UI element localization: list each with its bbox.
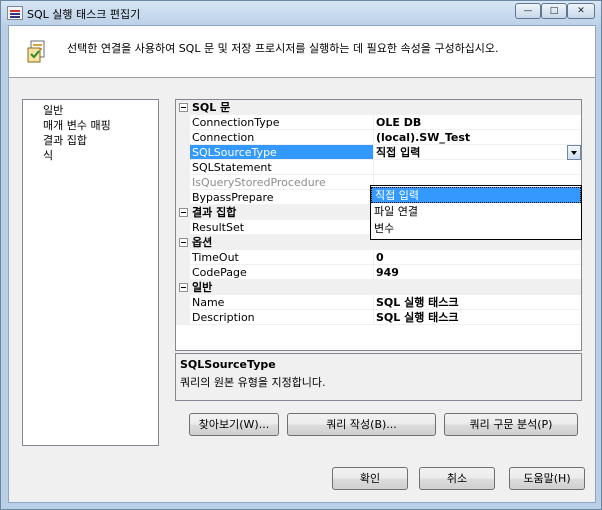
sql-source-type-select[interactable]: 직접 입력: [374, 145, 581, 160]
header-description: 선택한 연결을 사용하여 SQL 문 및 저장 프로시저를 실행하는 데 필요한…: [67, 42, 499, 55]
property-row-connection-type[interactable]: ConnectionType OLE DB: [176, 115, 581, 130]
minimize-icon: —: [523, 6, 533, 16]
browse-button[interactable]: 찾아보기(W)...: [189, 413, 279, 436]
page-item-general[interactable]: 일반: [43, 102, 63, 118]
help-button[interactable]: 도움말(H): [509, 467, 585, 490]
dropdown-option-variable[interactable]: 변수: [371, 221, 581, 237]
window-title: SQL 실행 태스크 편집기: [27, 8, 141, 21]
close-icon: ✕: [577, 6, 585, 16]
maximize-button[interactable]: □: [541, 3, 567, 19]
minimize-button[interactable]: —: [515, 3, 541, 19]
page-list: 일반 매개 변수 매핑 결과 집합 식: [22, 99, 159, 446]
task-editor-icon: [27, 40, 45, 63]
collapse-icon[interactable]: [179, 208, 188, 217]
editor-window: SQL 실행 태스크 편집기 — □ ✕ 선택한 연결을 사용하여 SQL 문 …: [0, 0, 602, 510]
category-general[interactable]: 일반: [176, 280, 581, 295]
property-row-sql-source-type[interactable]: SQLSourceType 직접 입력: [176, 145, 581, 160]
ok-button[interactable]: 확인: [332, 467, 408, 490]
header-banner: 선택한 연결을 사용하여 SQL 문 및 저장 프로시저를 실행하는 데 필요한…: [9, 26, 595, 78]
cancel-button[interactable]: 취소: [419, 467, 495, 490]
property-description-text: 쿼리의 원본 유형을 지정합니다.: [180, 376, 326, 389]
parse-query-button[interactable]: 쿼리 구문 분석(P): [444, 413, 578, 436]
collapse-icon[interactable]: [179, 103, 188, 112]
dropdown-arrow-icon[interactable]: [567, 145, 581, 160]
category-sql-statement[interactable]: SQL 문: [176, 100, 581, 115]
property-description-title: SQLSourceType: [180, 358, 276, 371]
collapse-icon[interactable]: [179, 238, 188, 247]
property-row-sql-statement[interactable]: SQLStatement: [176, 160, 581, 175]
property-row-timeout[interactable]: TimeOut 0: [176, 250, 581, 265]
page-item-expressions[interactable]: 식: [43, 147, 53, 163]
property-row-name[interactable]: Name SQL 실행 태스크: [176, 295, 581, 310]
app-icon: [7, 6, 23, 20]
title-bar[interactable]: SQL 실행 태스크 편집기 — □ ✕: [1, 1, 601, 25]
property-description-panel: SQLSourceType 쿼리의 원본 유형을 지정합니다.: [175, 353, 582, 401]
close-button[interactable]: ✕: [567, 3, 595, 19]
property-row-connection[interactable]: Connection (local).SW_Test: [176, 130, 581, 145]
maximize-icon: □: [549, 6, 559, 16]
property-row-description[interactable]: Description SQL 실행 태스크: [176, 310, 581, 325]
page-item-parameter-mapping[interactable]: 매개 변수 매핑: [43, 117, 111, 133]
dialog-body: 선택한 연결을 사용하여 SQL 문 및 저장 프로시저를 실행하는 데 필요한…: [8, 25, 596, 503]
dropdown-option-direct-input[interactable]: 직접 입력: [371, 187, 581, 203]
collapse-icon[interactable]: [179, 283, 188, 292]
build-query-button[interactable]: 쿼리 작성(B)...: [287, 413, 436, 436]
property-row-code-page[interactable]: CodePage 949: [176, 265, 581, 280]
dropdown-option-file-connection[interactable]: 파일 연결: [371, 204, 581, 220]
sql-source-type-dropdown-list: 직접 입력 파일 연결 변수: [370, 185, 582, 240]
page-item-result-set[interactable]: 결과 집합: [43, 132, 87, 148]
